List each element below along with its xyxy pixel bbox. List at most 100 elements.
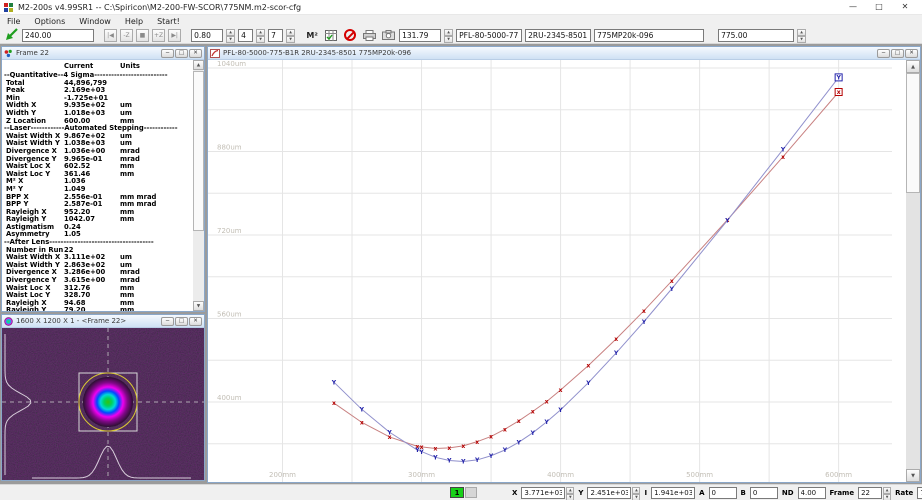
- data-marker: Y: [488, 453, 494, 460]
- lens-serial-field[interactable]: [456, 29, 522, 42]
- chart-scrollbar[interactable]: ▲ ▼: [906, 60, 920, 482]
- stop-button[interactable]: ■: [136, 29, 149, 42]
- data-marker: Y: [418, 449, 424, 456]
- first-frame-button[interactable]: |◀: [104, 29, 117, 42]
- results-minimize-icon[interactable]: −: [161, 49, 174, 58]
- results-window-titlebar[interactable]: Frame 22 − □ ✕: [2, 47, 204, 60]
- chart-scroll-up-icon[interactable]: ▲: [906, 60, 920, 73]
- x-tick-label: 600mm: [825, 471, 852, 479]
- data-marker: Y: [516, 439, 522, 446]
- frames-field[interactable]: [268, 29, 283, 42]
- results-restore-icon[interactable]: □: [175, 49, 188, 58]
- stats-row: Astigmatism0.24: [2, 223, 204, 231]
- status-label-i: I: [644, 489, 647, 497]
- data-marker: Y: [460, 459, 466, 466]
- stats-row: BPP Y2.587e-01mm mrad: [2, 200, 204, 208]
- column-header-units: Units: [120, 62, 140, 70]
- z-position-field[interactable]: [22, 29, 94, 42]
- chart-scroll-down-icon[interactable]: ▼: [906, 469, 920, 482]
- averaging-field[interactable]: [238, 29, 253, 42]
- data-marker: x: [461, 443, 465, 450]
- menu-options[interactable]: Options: [27, 17, 72, 26]
- capture-button[interactable]: [380, 28, 396, 42]
- averaging-spinner[interactable]: ▲▼: [256, 29, 265, 42]
- status-field-nd[interactable]: [798, 487, 826, 499]
- step-plus-z-button[interactable]: +Z: [152, 29, 165, 42]
- stats-row: Waist Loc Y361.46mm: [2, 170, 204, 178]
- status-field-rate[interactable]: [917, 487, 922, 499]
- stats-row: M² Y1.049: [2, 185, 204, 193]
- results-close-icon[interactable]: ✕: [189, 49, 202, 58]
- data-marker: x: [503, 426, 507, 433]
- step-minus-z-button[interactable]: -Z: [120, 29, 133, 42]
- maximize-icon[interactable]: □: [866, 0, 892, 14]
- menu-window[interactable]: Window: [72, 17, 118, 26]
- abort-button[interactable]: [342, 28, 358, 42]
- beam-restore-icon[interactable]: □: [175, 317, 188, 326]
- last-frame-button[interactable]: ▶|: [168, 29, 181, 42]
- stats-row: Rayleigh X952.20mm: [2, 208, 204, 216]
- data-marker: Y: [669, 286, 675, 293]
- status-field-b[interactable]: [750, 487, 778, 499]
- beam-window-titlebar[interactable]: 1600 X 1200 X 1 - <Frame 22> − □ ✕: [2, 315, 204, 328]
- close-icon[interactable]: ✕: [892, 0, 918, 14]
- minimize-icon[interactable]: —: [840, 0, 866, 14]
- y-tick-label: 1040um: [217, 60, 246, 68]
- data-marker: Y: [780, 147, 786, 154]
- caustic-plot: 400um560um720um880um1040um200mm300mm400m…: [208, 60, 906, 482]
- m2-compute-button[interactable]: M²: [304, 28, 320, 42]
- data-marker: x: [531, 409, 535, 416]
- menu-start[interactable]: Start!: [150, 17, 187, 26]
- stats-row: Divergence X3.286e+00mrad: [2, 268, 204, 276]
- window-title: M2-200s v4.99SR1 -- C:\Spiricon\M2-200-F…: [18, 3, 301, 12]
- data-marker: x: [489, 434, 493, 441]
- status-field-frame[interactable]: [858, 487, 882, 499]
- print-button[interactable]: [361, 28, 377, 42]
- status-spinner-frame[interactable]: ▲▼: [883, 487, 891, 499]
- beam-image[interactable]: [2, 328, 204, 480]
- data-marker: x: [781, 154, 785, 161]
- chart-close-icon[interactable]: ✕: [905, 49, 918, 58]
- status-field-a[interactable]: [709, 487, 737, 499]
- caustic-chart-window: PFL-80-5000-775-B1R 2RU-2345-8501 775MP2…: [207, 46, 921, 483]
- beam-close-icon[interactable]: ✕: [189, 317, 202, 326]
- data-marker: Y: [543, 419, 549, 426]
- status-field-y[interactable]: [587, 487, 631, 499]
- menu-help[interactable]: Help: [118, 17, 150, 26]
- optic-serial-field[interactable]: [594, 29, 704, 42]
- chart-scrollbar-thumb[interactable]: [906, 73, 920, 193]
- focal-length-spinner[interactable]: ▲▼: [444, 29, 453, 42]
- results-table-button[interactable]: [323, 28, 339, 42]
- menu-file[interactable]: File: [0, 17, 27, 26]
- camera-serial-field[interactable]: [525, 29, 591, 42]
- status-label-nd: ND: [782, 489, 794, 497]
- results-scrollbar[interactable]: ▲ ▼: [193, 60, 204, 311]
- m2-application-window: M2-200s v4.99SR1 -- C:\Spiricon\M2-200-F…: [0, 0, 922, 500]
- data-marker: Y: [557, 407, 563, 414]
- results-window: Frame 22 − □ ✕ Current Units --Quantitat…: [1, 46, 205, 312]
- status-spinner-y[interactable]: ▲▼: [632, 487, 640, 499]
- data-marker: x: [475, 439, 479, 446]
- menu-bar: File Options Window Help Start!: [0, 15, 922, 27]
- results-window-icon: [4, 49, 13, 58]
- frames-spinner[interactable]: ▲▼: [286, 29, 295, 42]
- chart-restore-icon[interactable]: □: [891, 49, 904, 58]
- results-scrollbar-thumb[interactable]: [193, 71, 204, 231]
- status-label-b: B: [741, 489, 746, 497]
- beam-minimize-icon[interactable]: −: [161, 317, 174, 326]
- stats-row: Width X9.935e+02um: [2, 101, 204, 109]
- origin-arrow-icon: [4, 28, 19, 42]
- status-field-x[interactable]: [521, 487, 565, 499]
- data-marker: x: [559, 387, 563, 394]
- data-marker: Y: [359, 407, 365, 414]
- wavelength-field[interactable]: [718, 29, 794, 42]
- status-field-i[interactable]: [651, 487, 695, 499]
- wavelength-spinner[interactable]: ▲▼: [797, 29, 806, 42]
- chart-minimize-icon[interactable]: −: [877, 49, 890, 58]
- focal-length-field[interactable]: [399, 29, 441, 42]
- beam-window-icon: [4, 317, 13, 326]
- exposure-spinner[interactable]: ▲▼: [226, 29, 235, 42]
- exposure-field[interactable]: [191, 29, 223, 42]
- chart-window-titlebar[interactable]: PFL-80-5000-775-B1R 2RU-2345-8501 775MP2…: [208, 47, 920, 60]
- status-spinner-x[interactable]: ▲▼: [566, 487, 574, 499]
